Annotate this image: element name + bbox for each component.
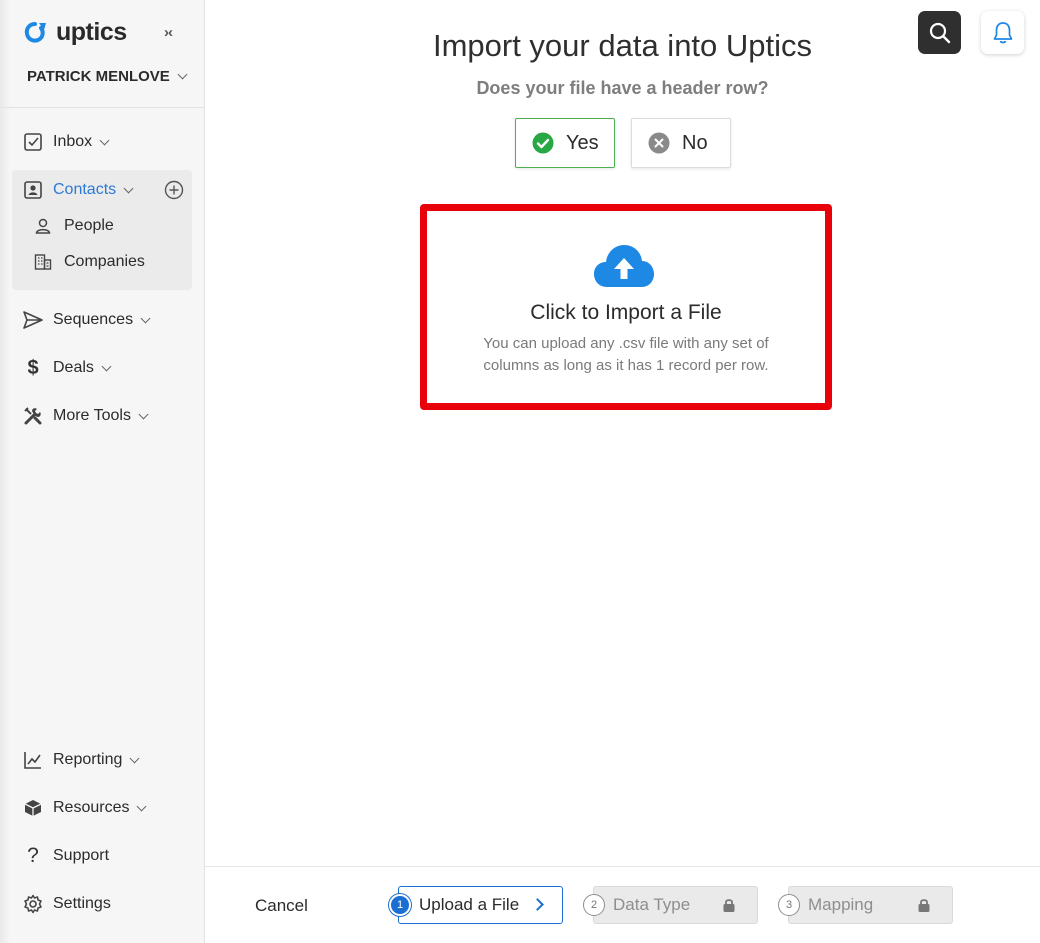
collapse-sidebar-button[interactable]: ›‹ bbox=[164, 24, 173, 41]
lock-icon bbox=[918, 899, 930, 912]
step-label: Upload a File bbox=[419, 895, 520, 914]
chart-icon bbox=[22, 749, 44, 771]
header-row-yes-button[interactable]: Yes bbox=[515, 118, 615, 168]
sidebar-sub-label: People bbox=[64, 217, 114, 234]
chevron-down-icon bbox=[177, 69, 188, 80]
chevron-down-icon bbox=[99, 135, 110, 145]
cancel-button[interactable]: Cancel bbox=[255, 896, 308, 916]
chevron-down-icon bbox=[129, 753, 140, 763]
sidebar-item-label: Support bbox=[53, 847, 110, 864]
step-mapping: 3 Mapping bbox=[778, 886, 953, 924]
send-icon bbox=[22, 309, 44, 331]
sidebar-item-contacts[interactable]: Contacts bbox=[22, 178, 134, 202]
sidebar-item-label: Sequences bbox=[53, 311, 134, 328]
step-number: 3 bbox=[778, 894, 800, 916]
sidebar-item-label: Contacts bbox=[53, 181, 117, 198]
step-number: 2 bbox=[583, 894, 605, 916]
step-data-type: 2 Data Type bbox=[583, 886, 758, 924]
brand-logo[interactable]: uptics bbox=[22, 18, 127, 47]
building-icon bbox=[33, 252, 53, 272]
chevron-right-icon bbox=[531, 898, 544, 911]
inbox-icon bbox=[22, 131, 44, 153]
upload-title: Click to Import a File bbox=[530, 301, 722, 324]
no-label: No bbox=[682, 131, 708, 154]
step-upload-file[interactable]: 1 Upload a File bbox=[389, 886, 563, 924]
page-title: Import your data into Uptics bbox=[432, 28, 813, 63]
chevron-down-icon bbox=[123, 183, 134, 193]
sidebar-item-label: More Tools bbox=[53, 407, 131, 424]
yes-label: Yes bbox=[566, 131, 599, 154]
sidebar-item-reporting[interactable]: Reporting bbox=[22, 748, 140, 772]
chevron-down-icon bbox=[137, 801, 147, 811]
wizard-footer: Cancel 1 Upload a File 2 Data Type 3 Map… bbox=[205, 866, 1040, 943]
sidebar-sub-label: Companies bbox=[64, 253, 145, 270]
brand-name: uptics bbox=[56, 18, 127, 46]
chevron-down-icon bbox=[140, 313, 151, 323]
step-label: Data Type bbox=[613, 895, 691, 914]
add-contact-icon[interactable] bbox=[164, 180, 184, 200]
sidebar-item-more-tools[interactable]: More Tools bbox=[22, 404, 149, 428]
step-number: 1 bbox=[389, 894, 411, 916]
sidebar-item-companies[interactable]: Companies bbox=[33, 252, 145, 272]
sidebar-item-support[interactable]: ? Support bbox=[22, 844, 109, 868]
sidebar-item-people[interactable]: People bbox=[33, 216, 114, 236]
lock-icon bbox=[723, 899, 735, 912]
sidebar-divider bbox=[0, 107, 205, 108]
sidebar-item-sequences[interactable]: Sequences bbox=[22, 308, 151, 332]
person-icon bbox=[33, 216, 53, 236]
sidebar-item-resources[interactable]: Resources bbox=[22, 796, 147, 820]
user-name: PATRICK MENLOVE bbox=[27, 68, 170, 85]
uptics-logo-icon bbox=[24, 21, 46, 43]
contacts-icon bbox=[22, 179, 44, 201]
sidebar-item-label: Deals bbox=[53, 359, 94, 376]
gear-icon bbox=[22, 893, 44, 915]
cloud-upload-icon bbox=[594, 245, 654, 287]
sidebar-item-label: Resources bbox=[53, 799, 130, 816]
sidebar-item-label: Reporting bbox=[53, 751, 123, 768]
dollar-icon: $ bbox=[27, 356, 39, 379]
box-icon bbox=[22, 797, 44, 819]
question-icon: ? bbox=[27, 844, 39, 867]
header-row-no-button[interactable]: No bbox=[631, 118, 731, 168]
user-menu[interactable]: PATRICK MENLOVE bbox=[27, 68, 188, 85]
upload-description: You can upload any .csv file with any se… bbox=[483, 335, 769, 374]
chevron-down-icon bbox=[101, 361, 112, 371]
sidebar-item-label: Inbox bbox=[53, 133, 93, 150]
sidebar-item-label: Settings bbox=[53, 895, 111, 912]
step-label: Mapping bbox=[808, 895, 874, 914]
page-subtitle: Does your file have a header row? bbox=[476, 78, 769, 98]
file-upload-dropzone[interactable]: Click to Import a File You can upload an… bbox=[420, 204, 832, 410]
sidebar-item-inbox[interactable]: Inbox bbox=[22, 130, 110, 154]
sidebar-item-deals[interactable]: $ Deals bbox=[22, 356, 112, 380]
tools-icon bbox=[22, 405, 44, 427]
chevron-down-icon bbox=[138, 409, 149, 419]
x-circle-icon bbox=[648, 132, 670, 154]
sidebar: uptics ›‹ PATRICK MENLOVE Inbox Contacts… bbox=[0, 0, 205, 943]
sidebar-item-settings[interactable]: Settings bbox=[22, 892, 111, 916]
main-content: Import your data into Uptics Does your f… bbox=[205, 0, 1040, 943]
check-circle-icon bbox=[532, 132, 554, 154]
